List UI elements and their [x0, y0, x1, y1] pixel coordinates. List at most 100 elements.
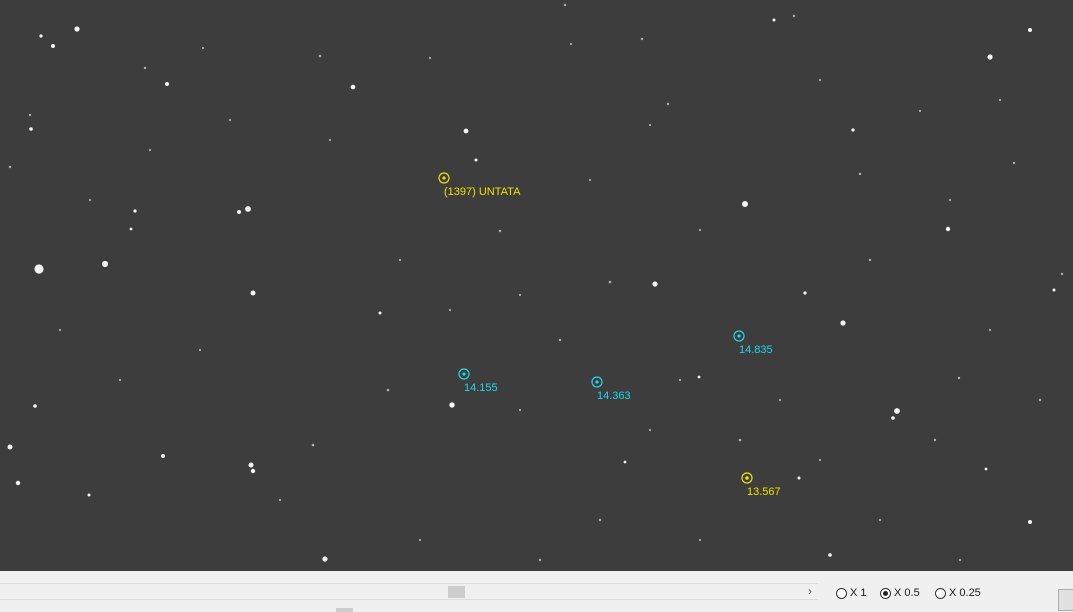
- star: [237, 210, 241, 214]
- star: [449, 402, 455, 408]
- star: [386, 388, 390, 392]
- star: [678, 378, 682, 382]
- marker-label-14-363: 14.363: [597, 390, 631, 402]
- star-field-image[interactable]: (1397) UNTATA 14.155 14.363 14.835 13.56…: [0, 0, 1073, 571]
- star: [772, 18, 776, 22]
- star: [133, 209, 137, 213]
- star: [778, 398, 782, 402]
- marker-label-14-835: 14.835: [739, 344, 773, 356]
- star: [894, 408, 900, 414]
- star: [118, 378, 122, 382]
- star: [588, 178, 592, 182]
- star: [428, 56, 432, 60]
- star: [563, 3, 567, 7]
- star: [498, 229, 502, 233]
- star-field: [7, 3, 1064, 562]
- star: [891, 416, 895, 420]
- star: [878, 518, 882, 522]
- star: [143, 66, 147, 70]
- star: [328, 138, 332, 142]
- star: [569, 42, 573, 46]
- bottom-toolbar: › X 1 X 0.5 X 0.25: [0, 571, 1073, 612]
- star: [998, 98, 1002, 102]
- star: [318, 54, 322, 58]
- star: [74, 26, 80, 32]
- star: [988, 328, 992, 332]
- star: [278, 498, 282, 502]
- star: [58, 328, 62, 332]
- star: [7, 444, 13, 450]
- star: [8, 165, 12, 169]
- star: [350, 84, 356, 90]
- star: [228, 118, 232, 122]
- star: [311, 443, 315, 447]
- star: [984, 467, 988, 471]
- star: [250, 468, 256, 474]
- star: [518, 408, 522, 412]
- radio-unchecked-icon[interactable]: [836, 587, 847, 599]
- star: [28, 113, 32, 117]
- corner-button[interactable]: [1058, 589, 1073, 611]
- star: [39, 34, 43, 38]
- zoom-x025-radio[interactable]: X 0.25: [935, 586, 981, 600]
- star: [87, 493, 91, 497]
- star: [322, 556, 328, 562]
- star: [933, 438, 937, 442]
- scrollbar-thumb[interactable]: [448, 586, 465, 598]
- star: [463, 128, 469, 134]
- star: [818, 458, 822, 462]
- horizontal-scrollbar[interactable]: ›: [0, 583, 818, 600]
- star: [245, 206, 251, 212]
- star: [608, 280, 612, 284]
- star: [742, 201, 748, 207]
- star: [538, 558, 542, 562]
- star: [101, 260, 109, 268]
- star: [698, 228, 702, 232]
- marker-label-14-155: 14.155: [464, 382, 498, 394]
- star: [198, 348, 202, 352]
- star: [868, 258, 872, 262]
- lower-scrollbar-thumb[interactable]: [336, 608, 353, 612]
- star: [957, 376, 961, 380]
- star: [33, 404, 37, 408]
- star: [945, 226, 951, 232]
- star: [840, 320, 846, 326]
- star: [1028, 520, 1032, 524]
- star: [818, 78, 822, 82]
- star: [958, 558, 962, 562]
- star: [250, 290, 256, 296]
- scroll-right-arrow-icon[interactable]: ›: [804, 584, 816, 599]
- star: [948, 198, 952, 202]
- star: [987, 54, 993, 60]
- star: [518, 293, 522, 297]
- star: [15, 480, 21, 486]
- star: [666, 102, 670, 106]
- star: [598, 518, 602, 522]
- zoom-x1-label: X 1: [850, 587, 867, 599]
- star: [1060, 272, 1064, 276]
- star: [652, 281, 658, 287]
- star: [1028, 28, 1032, 32]
- star: [803, 291, 807, 295]
- marker-label-untata: (1397) UNTATA: [444, 186, 521, 198]
- zoom-x1-radio[interactable]: X 1: [836, 586, 867, 600]
- star: [918, 109, 922, 113]
- zoom-x025-label: X 0.25: [949, 587, 981, 599]
- star: [165, 82, 169, 86]
- star: [648, 123, 652, 127]
- radio-unchecked-icon[interactable]: [935, 587, 946, 599]
- zoom-x05-radio[interactable]: X 0.5: [880, 586, 920, 600]
- star: [378, 311, 382, 315]
- star: [738, 438, 742, 442]
- star: [448, 308, 452, 312]
- star: [797, 476, 801, 480]
- star: [648, 428, 652, 432]
- star: [697, 375, 701, 379]
- star: [558, 338, 562, 342]
- star: [858, 172, 862, 176]
- star: [29, 127, 33, 131]
- star: [851, 128, 855, 132]
- radio-checked-icon[interactable]: [880, 587, 891, 599]
- marker-label-13-567: 13.567: [747, 486, 781, 498]
- star: [34, 264, 44, 274]
